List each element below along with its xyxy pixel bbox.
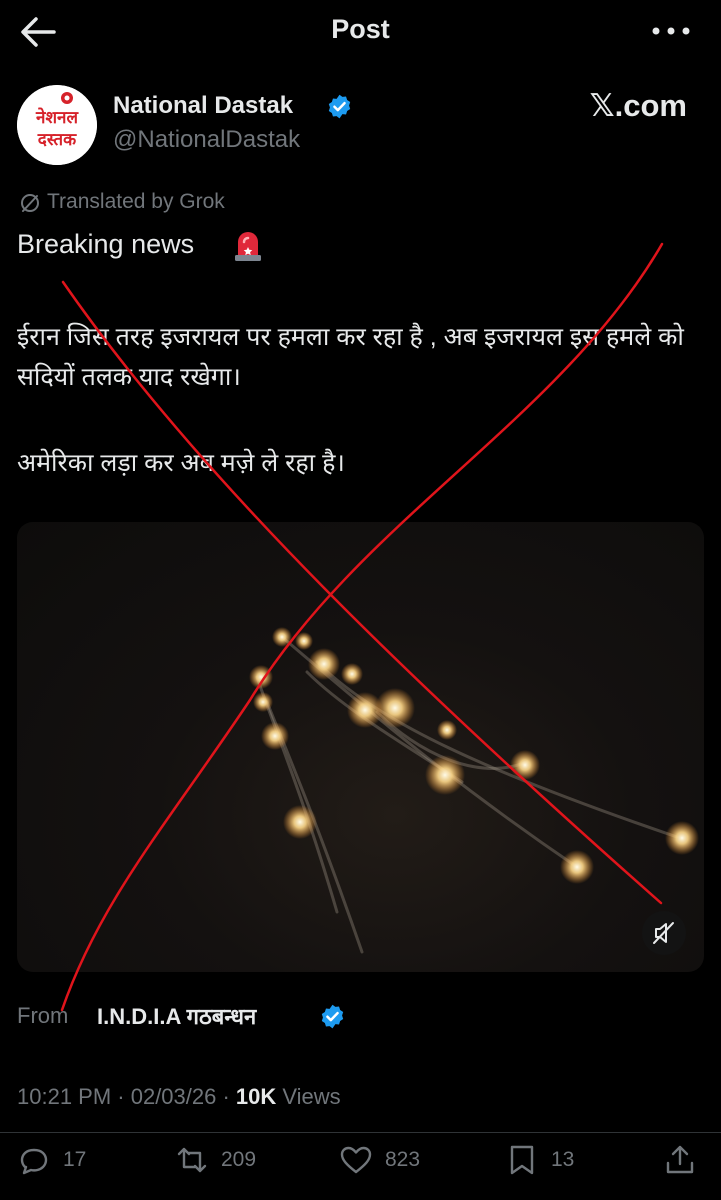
video-frame-rocket-trails [249,627,699,954]
x-watermark: 𝕏.com [589,88,687,123]
repost-count: 209 [221,1148,257,1171]
avatar[interactable]: नेशनल दस्तक [17,85,97,165]
video-player[interactable] [17,522,704,972]
reply-button[interactable]: 17 [17,1145,86,1175]
author-handle[interactable]: @NationalDastak [113,126,300,154]
views-count: 10K [235,1084,277,1109]
bookmark-button[interactable]: 13 [505,1145,574,1175]
share-icon [666,1145,694,1174]
repost-icon [177,1147,207,1173]
siren-icon [235,232,261,261]
author-name[interactable]: National Dastak [113,92,293,120]
post-headline: Breaking news [17,229,195,259]
verified-badge-icon [326,93,353,120]
bookmark-icon [510,1145,534,1175]
repost-button[interactable]: 209 [175,1145,256,1175]
post-paragraph-1: ईरान जिस तरह इजरायल पर हमला कर रहा है , … [17,323,684,391]
post-timestamp: 10:21 PM · 02/03/26 · 10K Views [17,1084,341,1109]
more-options-button[interactable] [649,16,693,46]
source-account-link[interactable]: I.N.D.I.A गठबन्धन [97,1001,256,1031]
post-paragraph-2: अमेरिका लड़ा कर अब मज़े ले रहा है। [17,449,345,477]
like-count: 823 [385,1148,421,1171]
translated-label[interactable]: Translated by Grok [47,190,225,214]
national-dastak-logo: नेशनल दस्तक [17,85,97,165]
more-icon [652,27,690,35]
from-label: From [17,1003,69,1028]
translate-icon [21,194,39,212]
share-button[interactable] [663,1145,709,1175]
reply-count: 17 [63,1148,87,1171]
page-title: Post [331,14,390,44]
mute-button[interactable] [642,911,686,955]
speaker-muted-icon [653,922,674,944]
heart-icon [340,1146,372,1174]
reply-icon [20,1148,48,1175]
divider [0,1132,721,1133]
like-button[interactable]: 823 [339,1145,420,1175]
bookmark-count: 13 [551,1148,575,1171]
svg-text:नेशनल: नेशनल [35,107,79,128]
verified-badge-icon [319,1003,346,1030]
svg-text:दस्तक: दस्तक [37,130,77,150]
